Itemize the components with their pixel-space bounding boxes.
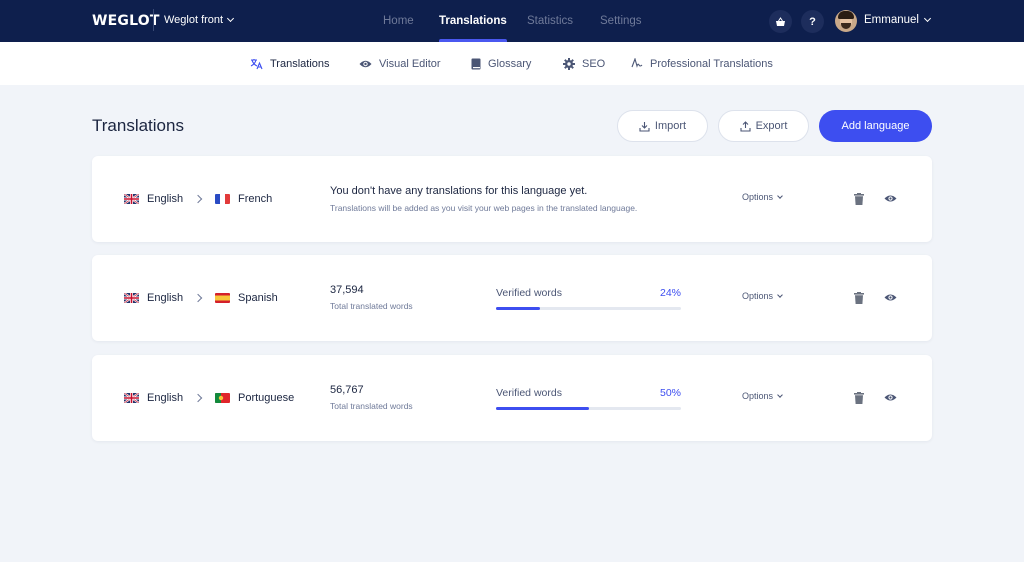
- tab-professional-translations[interactable]: Professional Translations: [631, 42, 773, 85]
- verified-progress-fill: [496, 307, 541, 310]
- trash-icon[interactable]: [854, 193, 864, 205]
- tab-label: Glossary: [488, 57, 532, 70]
- project-selector[interactable]: Weglot front: [164, 14, 235, 26]
- target-language[interactable]: Spanish: [215, 255, 278, 341]
- sub-navbar: Translations Visual Editor Glossary SEO …: [0, 42, 1024, 85]
- translated-words-count: 37,594: [330, 284, 364, 296]
- france-flag-icon: [215, 194, 230, 204]
- uk-flag-icon: [124, 194, 139, 204]
- chevron-down-icon: [777, 391, 783, 398]
- verified-progress-bar: [496, 307, 681, 310]
- options-dropdown[interactable]: Options: [742, 291, 783, 301]
- eye-icon: [359, 60, 372, 67]
- source-language: English: [124, 156, 183, 242]
- tab-label: Translations: [270, 57, 330, 70]
- nav-translations[interactable]: Translations: [439, 0, 507, 42]
- eye-icon[interactable]: [884, 393, 897, 402]
- empty-state-description: Translations will be added as you visit …: [330, 203, 638, 213]
- basket-button[interactable]: [769, 10, 792, 33]
- verified-progress-fill: [496, 407, 589, 410]
- chevron-down-icon: [923, 14, 932, 23]
- tab-seo[interactable]: SEO: [563, 42, 605, 85]
- chevron-down-icon: [777, 291, 783, 298]
- translation-card-spanish: English Spanish 37,594 Total translated …: [92, 255, 932, 341]
- target-language-label: Portuguese: [238, 392, 295, 404]
- tab-label: Visual Editor: [379, 57, 441, 70]
- add-language-button[interactable]: Add language: [819, 110, 932, 142]
- gear-icon: [563, 57, 575, 70]
- top-navbar: WEGLOT Weglot front Home Translations St…: [0, 0, 1024, 42]
- chevron-right-icon: [193, 194, 203, 204]
- portugal-flag-icon: [215, 393, 230, 403]
- options-dropdown[interactable]: Options: [742, 391, 783, 401]
- help-button[interactable]: ?: [801, 10, 824, 33]
- chevron-down-icon: [777, 192, 783, 199]
- help-icon: ?: [809, 15, 816, 28]
- tab-glossary[interactable]: Glossary: [471, 42, 531, 85]
- translated-words-count: 56,767: [330, 384, 364, 396]
- user-menu[interactable]: Emmanuel: [864, 14, 932, 26]
- divider: [153, 9, 154, 31]
- user-name: Emmanuel: [864, 14, 919, 26]
- source-language: English: [124, 255, 183, 341]
- page-title: Translations: [92, 116, 184, 135]
- signature-icon: [631, 58, 643, 68]
- empty-state-title: You don't have any translations for this…: [330, 185, 588, 197]
- eye-icon[interactable]: [884, 194, 897, 203]
- export-label: Export: [755, 120, 788, 132]
- source-language-label: English: [147, 193, 184, 205]
- target-language[interactable]: French: [215, 156, 272, 242]
- options-label: Options: [742, 192, 774, 202]
- translation-card-portuguese: English Portuguese 56,767 Total translat…: [92, 355, 932, 441]
- verified-words-label: Verified words: [496, 287, 562, 299]
- tab-label: Professional Translations: [650, 57, 773, 70]
- tab-label: SEO: [582, 57, 606, 70]
- verified-words-percent: 50%: [659, 387, 681, 399]
- spain-flag-icon: [215, 293, 230, 303]
- uk-flag-icon: [124, 293, 139, 303]
- verified-words-label: Verified words: [496, 387, 562, 399]
- translate-icon: [250, 58, 263, 69]
- target-language-label: Spanish: [238, 292, 278, 304]
- source-language-label: English: [147, 392, 184, 404]
- translation-card-french: English French You don't have any transl…: [92, 156, 932, 242]
- trash-icon[interactable]: [854, 392, 864, 404]
- nav-statistics[interactable]: Statistics: [527, 0, 573, 42]
- chevron-right-icon: [193, 293, 203, 303]
- tab-visual-editor[interactable]: Visual Editor: [359, 42, 441, 85]
- source-language-label: English: [147, 292, 184, 304]
- source-language: English: [124, 355, 183, 441]
- translated-words-label: Total translated words: [330, 401, 413, 411]
- trash-icon[interactable]: [854, 292, 864, 304]
- chevron-down-icon: [227, 14, 235, 23]
- basket-icon: [776, 16, 785, 26]
- avatar[interactable]: [835, 10, 857, 32]
- import-button[interactable]: Import: [617, 110, 708, 142]
- uk-flag-icon: [124, 393, 139, 403]
- nav-home[interactable]: Home: [383, 0, 414, 42]
- verified-words-percent: 24%: [659, 287, 681, 299]
- import-label: Import: [654, 120, 687, 132]
- weglot-logo[interactable]: WEGLOT: [92, 13, 160, 29]
- translated-words-label: Total translated words: [330, 301, 413, 311]
- export-button[interactable]: Export: [718, 110, 809, 142]
- eye-icon[interactable]: [884, 293, 897, 302]
- target-language-label: French: [238, 193, 273, 205]
- options-label: Options: [742, 391, 774, 401]
- download-icon: [639, 121, 650, 132]
- chevron-right-icon: [193, 393, 203, 403]
- target-language[interactable]: Portuguese: [215, 355, 294, 441]
- tab-translations[interactable]: Translations: [250, 42, 330, 85]
- upload-icon: [740, 120, 751, 132]
- options-label: Options: [742, 291, 774, 301]
- project-name: Weglot front: [164, 14, 224, 26]
- options-dropdown[interactable]: Options: [742, 192, 783, 202]
- nav-settings[interactable]: Settings: [600, 0, 642, 42]
- verified-progress-bar: [496, 407, 681, 410]
- book-icon: [471, 58, 481, 69]
